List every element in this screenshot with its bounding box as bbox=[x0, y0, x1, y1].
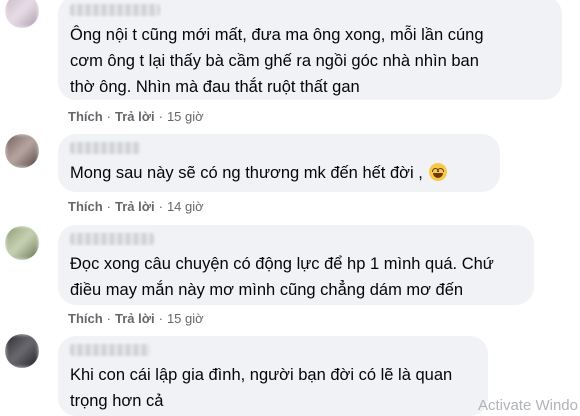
comment-actions: Thích · Trả lời · 15 giờ bbox=[68, 109, 204, 124]
commenter-name-blurred[interactable] bbox=[70, 142, 140, 154]
commenter-name-blurred[interactable] bbox=[70, 344, 150, 356]
commenter-name-blurred[interactable] bbox=[70, 233, 154, 245]
comment-timestamp[interactable]: 15 giờ bbox=[167, 311, 204, 326]
separator-dot: · bbox=[158, 199, 163, 214]
like-link[interactable]: Thích bbox=[68, 311, 103, 326]
like-link[interactable]: Thích bbox=[68, 109, 103, 124]
comment-text: Đọc xong câu chuyện có động lực để hp 1 … bbox=[70, 255, 494, 299]
avatar[interactable] bbox=[5, 0, 39, 28]
reply-link[interactable]: Trả lời bbox=[115, 109, 155, 124]
comment-actions: Thích · Trả lời · 15 giờ bbox=[68, 311, 204, 326]
comment-text: Ông nội t cũng mới mất, đưa ma ông xong,… bbox=[70, 26, 484, 96]
comment-text: Khi con cái lập gia đình, người bạn đời … bbox=[70, 366, 453, 410]
activate-windows-watermark: Activate Windo bbox=[477, 397, 578, 414]
avatar[interactable] bbox=[5, 334, 39, 368]
separator-dot: · bbox=[158, 311, 163, 326]
comment-bubble: Ông nội t cũng mới mất, đưa ma ông xong,… bbox=[58, 0, 562, 100]
avatar[interactable] bbox=[5, 226, 39, 260]
avatar[interactable] bbox=[5, 134, 39, 168]
reply-link[interactable]: Trả lời bbox=[115, 199, 155, 214]
separator-dot: · bbox=[106, 311, 112, 326]
commenter-name-blurred[interactable] bbox=[70, 4, 160, 16]
comment-bubble: Mong sau này sẽ có ng thương mk đến hết … bbox=[58, 134, 500, 192]
comment-bubble: Đọc xong câu chuyện có động lực để hp 1 … bbox=[58, 225, 534, 305]
comment-bubble: Khi con cái lập gia đình, người bạn đời … bbox=[58, 336, 488, 416]
separator-dot: · bbox=[106, 199, 112, 214]
comment-timestamp[interactable]: 15 giờ bbox=[167, 109, 204, 124]
separator-dot: · bbox=[158, 109, 163, 124]
reply-link[interactable]: Trả lời bbox=[115, 311, 155, 326]
separator-dot: · bbox=[106, 109, 112, 124]
comment-text: Mong sau này sẽ có ng thương mk đến hết … bbox=[70, 160, 488, 186]
grinning-face-emoji-icon bbox=[429, 163, 448, 181]
comment-timestamp[interactable]: 14 giờ bbox=[167, 199, 204, 214]
like-link[interactable]: Thích bbox=[68, 199, 103, 214]
comment-actions: Thích · Trả lời · 14 giờ bbox=[68, 199, 204, 214]
